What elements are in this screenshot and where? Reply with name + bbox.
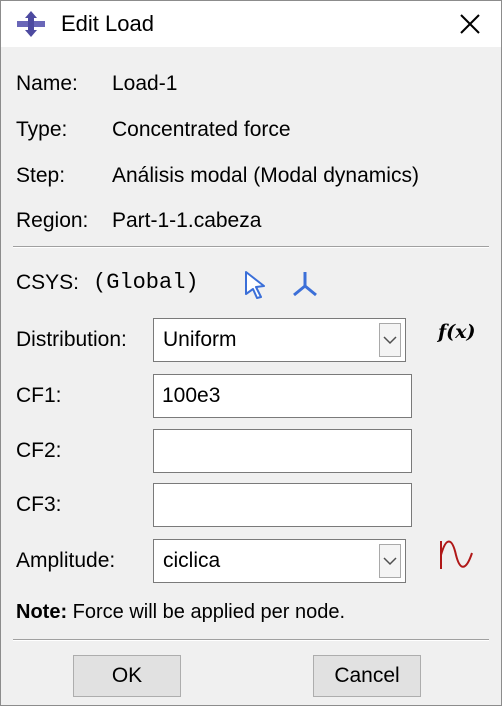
chevron-down-icon (383, 557, 397, 566)
amplitude-select[interactable]: ciclica (153, 539, 406, 583)
amplitude-wave-icon[interactable] (438, 539, 474, 571)
cf3-input[interactable] (153, 483, 412, 527)
arrow-pointer-icon[interactable] (243, 270, 269, 300)
distribution-select[interactable]: Uniform (153, 318, 406, 362)
separator (13, 639, 489, 641)
edit-load-dialog: Edit Load Name: Load-1 Type: Concentrate… (0, 0, 502, 706)
type-value: Concentrated force (112, 118, 291, 141)
separator (13, 246, 489, 248)
cf2-input[interactable] (153, 429, 412, 473)
csys-label: CSYS: (16, 271, 80, 294)
amplitude-label: Amplitude: (16, 549, 116, 572)
load-icon (17, 11, 45, 37)
close-button[interactable] (453, 7, 487, 41)
note-bold: Note: (16, 601, 68, 623)
amplitude-value: ciclica (163, 549, 221, 572)
distribution-value: Uniform (163, 328, 237, 351)
cancel-button[interactable]: Cancel (313, 655, 421, 697)
window-title: Edit Load (61, 11, 154, 36)
note-message: Force will be applied per node. (72, 601, 346, 623)
function-fx-button[interactable]: f(x) (438, 321, 475, 343)
title-bar[interactable]: Edit Load (1, 1, 501, 47)
dropdown-button[interactable] (379, 544, 401, 578)
name-value: Load-1 (112, 72, 178, 95)
csys-value: (Global) (93, 270, 199, 295)
region-value: Part-1-1.cabeza (112, 209, 262, 232)
distribution-label: Distribution: (16, 328, 127, 351)
cf1-input[interactable] (153, 374, 412, 418)
step-label: Step: (16, 164, 66, 187)
name-label: Name: (16, 72, 78, 95)
close-icon (460, 14, 480, 34)
cf3-label: CF3: (16, 493, 62, 516)
type-label: Type: (16, 118, 68, 141)
chevron-down-icon (383, 336, 397, 345)
cf2-label: CF2: (16, 439, 62, 462)
note-text: Note: Force will be applied per node. (16, 599, 345, 625)
region-label: Region: (16, 209, 89, 232)
dropdown-button[interactable] (379, 323, 401, 357)
ok-button[interactable]: OK (73, 655, 181, 697)
cf1-label: CF1: (16, 384, 62, 407)
step-value: Análisis modal (Modal dynamics) (112, 164, 419, 187)
axes-icon[interactable] (290, 269, 320, 299)
